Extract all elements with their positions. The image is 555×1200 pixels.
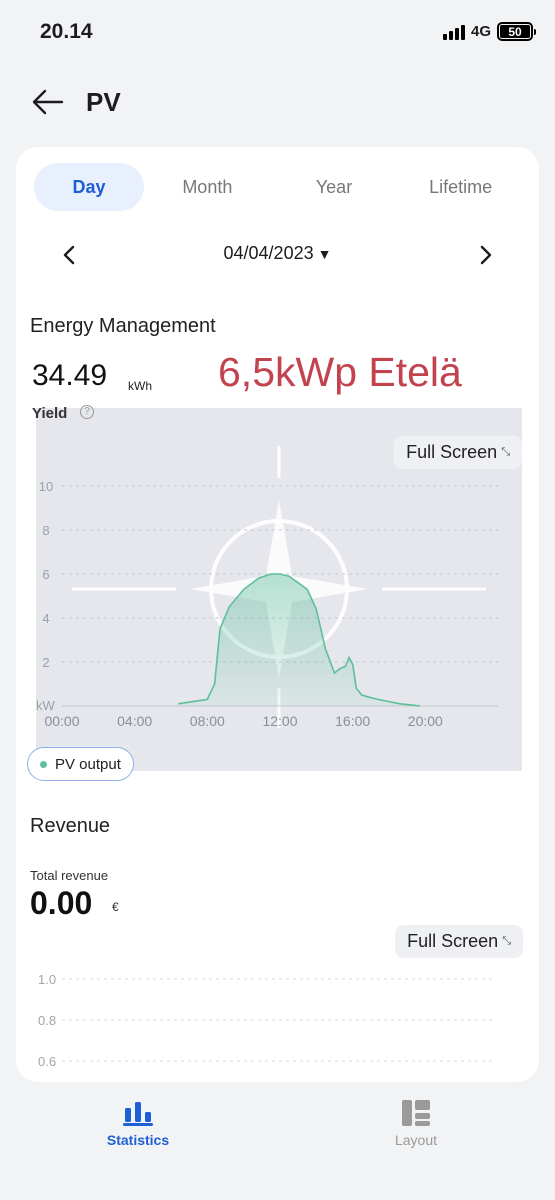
x-tick-label: 00:00: [44, 713, 79, 729]
nav-layout-label: Layout: [394, 1132, 438, 1148]
bar-chart-icon: [123, 1102, 153, 1126]
energy-chart: kW 2 4 6 8 10 00:00 04:00 08:00 12:00 16:00 20:00 F…: [36, 408, 522, 771]
arrow-left-icon: [32, 89, 64, 115]
total-revenue-value: 0.00: [30, 885, 93, 921]
revenue-y-tick-label: 0.6: [38, 1054, 56, 1069]
y-tick-label: 2: [42, 655, 49, 670]
top-bar: PV: [0, 74, 555, 130]
layout-icon: [402, 1100, 430, 1126]
caret-down-icon: ▼: [317, 246, 332, 262]
pv-output-area: [178, 574, 420, 706]
overlay-annotation: 6,5kWp Etelä: [218, 349, 462, 395]
full-screen-label: Full Screen: [406, 442, 498, 462]
signal-icon: [442, 24, 465, 40]
revenue-y-tick-label: 0.8: [38, 1013, 56, 1028]
x-tick-label: 16:00: [335, 713, 370, 729]
date-selector: 04/04/2023 ▼: [16, 235, 539, 275]
full-screen-label: Full Screen: [407, 931, 499, 951]
legend-pv-output[interactable]: PV output: [27, 747, 134, 781]
network-type: 4G: [470, 23, 491, 40]
tab-month[interactable]: Month: [144, 163, 271, 211]
expand-icon: ⤡: [501, 446, 510, 458]
nav-statistics[interactable]: Statistics: [83, 1100, 193, 1148]
date-picker[interactable]: 04/04/2023 ▼: [16, 243, 539, 264]
chevron-right-icon: [480, 245, 492, 265]
bottom-navigation: Statistics Layout: [0, 1082, 555, 1200]
currency-symbol: €: [112, 900, 119, 914]
nav-statistics-label: Statistics: [106, 1132, 170, 1148]
revenue-y-tick-label: 1.0: [38, 972, 56, 987]
expand-icon: ⤡: [502, 935, 511, 947]
yield-unit: kWh: [128, 379, 152, 393]
revenue-title: Revenue: [30, 815, 111, 837]
legend-dot-icon: [40, 760, 47, 768]
status-bar: 20.14 4G 50: [0, 0, 555, 64]
energy-full-screen-button[interactable]: Full Screen ⤡: [394, 436, 522, 469]
statistics-card: Day Month Year Lifetime 04/04/2023 ▼ Ener…: [16, 147, 539, 1082]
battery-level: 50: [500, 25, 530, 39]
y-tick-label: 8: [42, 523, 49, 538]
x-tick-label: 04:00: [117, 713, 152, 729]
revenue-chart: 1.0 0.8 0.6: [38, 972, 496, 1069]
x-tick-label: 08:00: [190, 713, 225, 729]
tab-lifetime[interactable]: Lifetime: [397, 163, 524, 211]
yield-value: 34.49: [32, 359, 108, 392]
y-tick-label: 10: [39, 479, 53, 494]
y-tick-label: 6: [42, 567, 49, 582]
revenue-full-screen-button[interactable]: Full Screen ⤡: [395, 925, 523, 958]
x-tick-label: 20:00: [408, 713, 443, 729]
y-tick-label: 4: [42, 611, 49, 626]
nav-layout[interactable]: Layout: [361, 1100, 471, 1148]
status-indicators: 4G 50: [442, 22, 536, 41]
status-time: 20.14: [40, 20, 93, 43]
legend-label: PV output: [55, 755, 121, 773]
next-date-button[interactable]: [471, 241, 499, 269]
x-tick-label: 12:00: [262, 713, 297, 729]
y-axis-unit-label: kW: [36, 698, 56, 713]
back-button[interactable]: [30, 86, 66, 118]
energy-management-title: Energy Management: [30, 315, 216, 337]
chart-series: [178, 573, 420, 707]
total-revenue-label: Total revenue: [30, 868, 109, 883]
date-value: 04/04/2023: [223, 243, 314, 263]
tab-year[interactable]: Year: [271, 163, 398, 211]
tab-day[interactable]: Day: [34, 163, 144, 211]
battery-icon: 50: [497, 22, 536, 41]
yield-label: Yield: [32, 405, 68, 422]
page-title: PV: [86, 87, 121, 117]
period-tabs: Day Month Year Lifetime: [34, 163, 524, 211]
help-icon[interactable]: ?: [80, 405, 94, 419]
